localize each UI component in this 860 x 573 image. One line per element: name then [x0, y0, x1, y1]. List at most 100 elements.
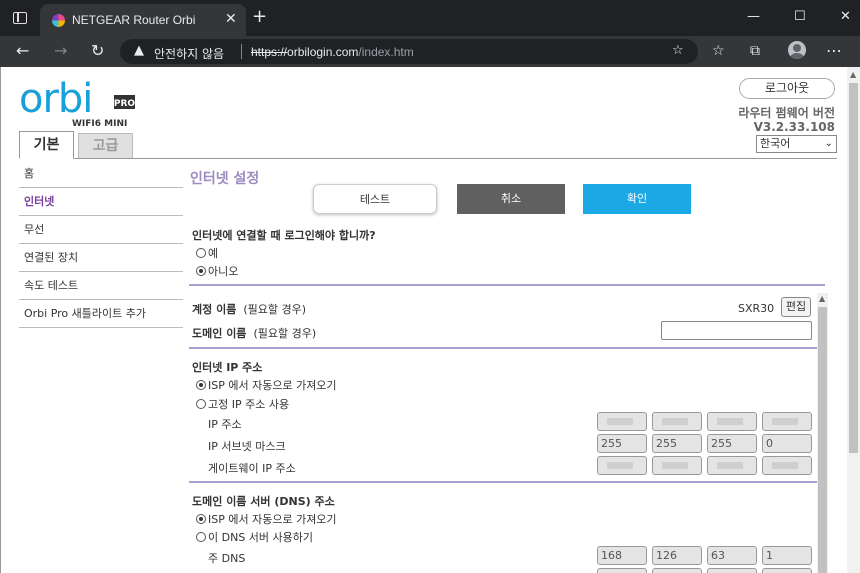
tabs-divider	[19, 158, 837, 159]
secondary-dns-octet-3[interactable]	[707, 568, 757, 573]
radio-dns-auto[interactable]	[196, 514, 206, 524]
sidebar-item-add-satellite[interactable]: Orbi Pro 새틀라이트 추가	[19, 300, 183, 328]
dns-octet-1[interactable]: 168	[597, 546, 647, 565]
ip-address-octet-1[interactable]	[597, 412, 647, 431]
gateway-octet-2[interactable]	[652, 456, 702, 475]
ip-auto-option[interactable]: ISP 에서 자동으로 가져오기	[196, 377, 337, 393]
url-text[interactable]: https://orbilogin.com/index.htm	[251, 45, 414, 59]
tab-advanced[interactable]: 고급	[78, 133, 133, 158]
ip-address-octet-3[interactable]	[707, 412, 757, 431]
address-bar[interactable]: ▲ 안전하지 않음 https://orbilogin.com/index.ht…	[120, 39, 698, 64]
test-button[interactable]: 테스트	[313, 184, 437, 214]
subnet-octet-1[interactable]: 255	[597, 434, 647, 453]
more-options-icon[interactable]: ⋯	[826, 42, 842, 60]
radio-ip-auto[interactable]	[196, 380, 206, 390]
window-menu-icon[interactable]	[13, 12, 27, 24]
dns-auto-label: ISP 에서 자동으로 가져오기	[208, 513, 337, 526]
account-name-row: 계정 이름 (필요할 경우)	[192, 301, 306, 317]
panel-scroll-thumb[interactable]	[818, 307, 827, 573]
add-favorite-icon[interactable]: ☆	[672, 44, 684, 58]
tab-basic[interactable]: 기본	[19, 131, 74, 159]
browser-tab[interactable]: NETGEAR Router Orbi ✕	[40, 4, 246, 36]
language-select[interactable]: 한국어 ⌄	[756, 135, 837, 153]
subnet-octet-3[interactable]: 255	[707, 434, 757, 453]
login-question: 인터넷에 연결할 때 로그인해야 합니까?	[192, 229, 376, 242]
login-no-option[interactable]: 아니오	[196, 263, 238, 279]
cancel-button[interactable]: 취소	[457, 184, 565, 214]
back-icon[interactable]: ←	[16, 42, 29, 60]
gateway-label: 게이트웨이 IP 주소	[208, 462, 296, 475]
radio-dns-manual[interactable]	[196, 532, 206, 542]
subnet-octet-2[interactable]: 255	[652, 434, 702, 453]
reload-icon[interactable]: ↻	[91, 42, 104, 60]
logout-button[interactable]: 로그아웃	[739, 78, 835, 99]
gateway-octet-4[interactable]	[762, 456, 812, 475]
sidebar-item-attached-devices[interactable]: 연결된 장치	[19, 244, 183, 272]
domain-name-input[interactable]	[661, 321, 812, 340]
sidebar-item-wireless[interactable]: 무선	[19, 216, 183, 244]
sidebar-item-speed-test[interactable]: 속도 테스트	[19, 272, 183, 300]
secondary-dns-octet-4[interactable]	[762, 568, 812, 573]
chevron-down-icon: ⌄	[824, 138, 833, 149]
radio-yes[interactable]	[196, 248, 206, 258]
security-status[interactable]: 안전하지 않음	[154, 45, 224, 62]
section-divider	[189, 347, 825, 349]
page-scroll-thumb[interactable]	[849, 83, 858, 453]
scroll-up-icon[interactable]: ▲	[819, 294, 825, 303]
radio-ip-static[interactable]	[196, 399, 206, 409]
login-yes-label: 예	[208, 247, 219, 260]
page-title: 인터넷 설정	[190, 171, 260, 187]
ip-address-label: IP 주소	[208, 418, 242, 431]
collections-icon[interactable]: ⧉	[750, 44, 760, 58]
section-divider	[189, 481, 825, 483]
sidebar-item-home[interactable]: 홈	[19, 160, 183, 188]
firmware-version: V3.2.33.108	[753, 120, 835, 134]
tab-close-icon[interactable]: ✕	[225, 11, 237, 27]
browser-tabstrip: NETGEAR Router Orbi ✕ + — ☐ ✕	[0, 0, 860, 36]
maximize-icon[interactable]: ☐	[794, 9, 806, 25]
dns-manual-label: 이 DNS 서버 사용하기	[208, 531, 314, 544]
router-page: orbi PRO WIFI6 MINI 로그아웃 라우터 펌웨어 버전 V3.2…	[0, 67, 860, 573]
new-tab-icon[interactable]: +	[252, 8, 267, 26]
ip-static-option[interactable]: 고정 IP 주소 사용	[196, 396, 289, 412]
secondary-dns-octet-2[interactable]	[652, 568, 702, 573]
favorites-icon[interactable]: ☆	[712, 44, 725, 58]
logo-word: orbi	[19, 79, 92, 122]
dns-manual-option[interactable]: 이 DNS 서버 사용하기	[196, 529, 313, 545]
sidebar-item-internet[interactable]: 인터넷	[19, 188, 183, 216]
address-separator	[241, 44, 242, 59]
dns-octet-3[interactable]: 63	[707, 546, 757, 565]
url-host: orbilogin.com	[287, 45, 359, 59]
close-window-icon[interactable]: ✕	[840, 9, 851, 25]
internet-ip-title: 인터넷 IP 주소	[192, 361, 263, 374]
panel-scrollbar[interactable]: ▲	[817, 293, 828, 573]
logo-badge: PRO	[114, 99, 136, 109]
page-scrollbar[interactable]: ▲	[847, 67, 860, 573]
subnet-octet-4[interactable]: 0	[762, 434, 812, 453]
apply-button[interactable]: 확인	[583, 184, 691, 214]
primary-dns-label: 주 DNS	[208, 552, 246, 565]
dns-octet-4[interactable]: 1	[762, 546, 812, 565]
dns-auto-option[interactable]: ISP 에서 자동으로 가져오기	[196, 511, 337, 527]
profile-avatar[interactable]	[788, 41, 806, 59]
subnet-mask-label: IP 서브넷 마스크	[208, 440, 286, 453]
radio-no[interactable]	[196, 266, 206, 276]
dns-octet-2[interactable]: 126	[652, 546, 702, 565]
ip-address-octet-2[interactable]	[652, 412, 702, 431]
warning-icon[interactable]: ▲	[134, 44, 144, 58]
sidebar-nav: 홈 인터넷 무선 연결된 장치 속도 테스트 Orbi Pro 새틀라이트 추가	[19, 160, 183, 328]
forward-icon[interactable]: →	[54, 42, 67, 60]
edit-button[interactable]: 편집	[781, 297, 811, 317]
account-name-value: SXR30	[738, 302, 775, 315]
ip-auto-label: ISP 에서 자동으로 가져오기	[208, 379, 337, 392]
logo-subtitle: WIFI6 MINI	[72, 119, 127, 129]
login-yes-option[interactable]: 예	[196, 245, 218, 261]
page-scroll-up-icon[interactable]: ▲	[850, 70, 856, 79]
minimize-icon[interactable]: —	[747, 9, 760, 25]
gateway-octet-3[interactable]	[707, 456, 757, 475]
section-divider	[189, 284, 825, 286]
gateway-octet-1[interactable]	[597, 456, 647, 475]
ip-address-octet-4[interactable]	[762, 412, 812, 431]
secondary-dns-octet-1[interactable]	[597, 568, 647, 573]
domain-name-label: 도메인 이름	[192, 327, 247, 340]
